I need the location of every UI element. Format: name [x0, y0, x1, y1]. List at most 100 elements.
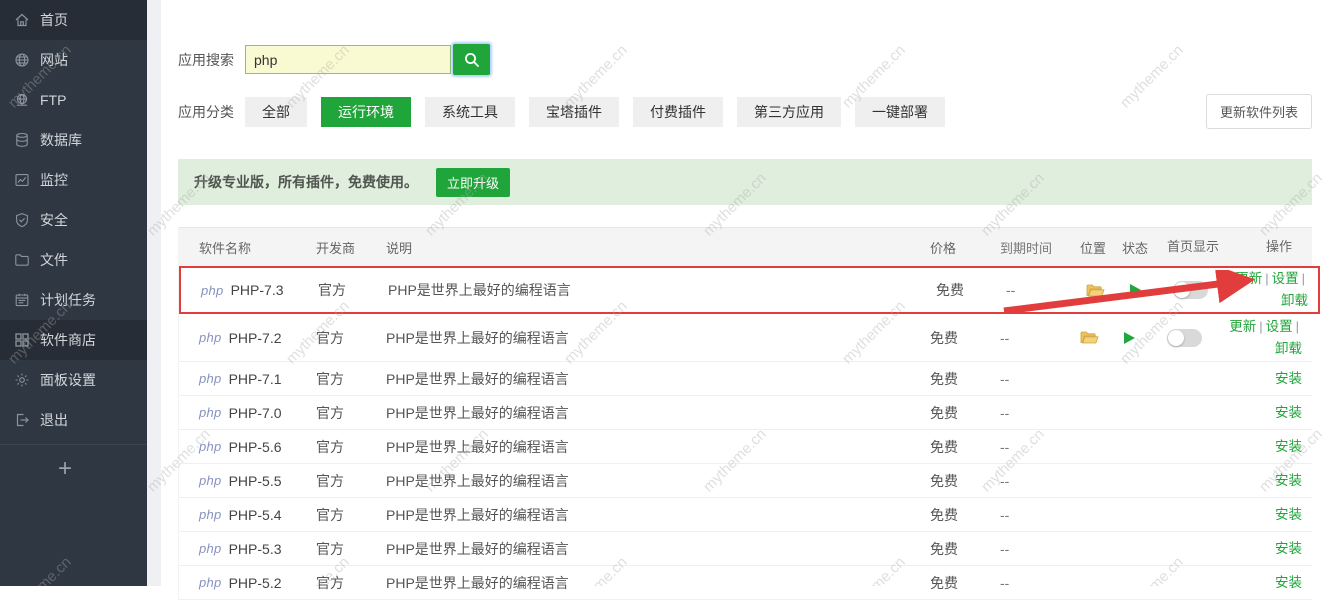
update-link[interactable]: 更新: [1229, 319, 1256, 334]
cell-ops: 安装: [1222, 402, 1312, 424]
install-link[interactable]: 安装: [1275, 371, 1302, 386]
install-link[interactable]: 安装: [1275, 575, 1302, 590]
cell-status: [1128, 283, 1173, 297]
home-show-toggle[interactable]: [1173, 281, 1208, 299]
header-location: 位置: [1080, 238, 1122, 257]
category-paid-plugin[interactable]: 付费插件: [633, 97, 723, 127]
cell-ops: 安装: [1222, 436, 1312, 458]
play-status-icon[interactable]: [1122, 331, 1136, 345]
install-link[interactable]: 安装: [1275, 507, 1302, 522]
sidebar-item-logout[interactable]: 退出: [0, 400, 147, 440]
cell-home-show: [1167, 329, 1222, 347]
header-status: 状态: [1122, 238, 1167, 257]
php-logo-icon: php: [199, 473, 222, 488]
app-name: PHP-5.4: [229, 507, 282, 523]
search-button[interactable]: [453, 44, 490, 75]
cell-developer: 官方: [316, 369, 386, 389]
category-system-tools[interactable]: 系统工具: [425, 97, 515, 127]
php-logo-icon: php: [199, 405, 222, 420]
table-row: phpPHP-5.2官方PHP是世界上最好的编程语言免费--安装: [179, 566, 1312, 600]
calendar-icon: [13, 292, 30, 309]
cell-developer: 官方: [316, 505, 386, 525]
sidebar-item-database[interactable]: 数据库: [0, 120, 147, 160]
app-name: PHP-5.6: [229, 439, 282, 455]
cell-expiry: --: [1000, 507, 1080, 523]
cell-price: 免费: [930, 505, 1000, 525]
cell-desc: PHP是世界上最好的编程语言: [386, 471, 930, 491]
app-name: PHP-7.3: [231, 282, 284, 298]
sidebar-item-website[interactable]: 网站: [0, 40, 147, 80]
cell-expiry: --: [1000, 439, 1080, 455]
app-name: PHP-7.1: [229, 371, 282, 387]
sidebar-item-label: 面板设置: [40, 370, 96, 390]
main-panel: 应用搜索 应用分类 全部运行环境系统工具宝塔插件付费插件第三方应用一键部署 更新…: [161, 0, 1322, 586]
gear-icon: [13, 372, 30, 389]
table-row: phpPHP-7.1官方PHP是世界上最好的编程语言免费--安装: [179, 362, 1312, 396]
cell-location: [1086, 283, 1128, 298]
open-folder-icon[interactable]: [1086, 283, 1105, 298]
uninstall-link[interactable]: 卸载: [1275, 341, 1302, 356]
sidebar-item-appstore[interactable]: 软件商店: [0, 320, 147, 360]
sidebar-item-label: 安全: [40, 210, 68, 230]
sidebar-item-home[interactable]: 首页: [0, 0, 147, 40]
sidebar-item-security[interactable]: 安全: [0, 200, 147, 240]
update-software-list-button[interactable]: 更新软件列表: [1206, 94, 1312, 129]
settings-link[interactable]: 设置: [1272, 271, 1299, 286]
cell-name: phpPHP-5.5: [179, 473, 316, 489]
cell-developer: 官方: [318, 280, 388, 300]
category-all[interactable]: 全部: [245, 97, 307, 127]
sidebar-item-label: FTP: [40, 92, 66, 108]
app-category-row: 应用分类 全部运行环境系统工具宝塔插件付费插件第三方应用一键部署 更新软件列表: [178, 94, 1312, 129]
search-input[interactable]: [245, 45, 451, 74]
sidebar-item-ftp[interactable]: FTP: [0, 80, 147, 120]
sidebar-gutter: [147, 0, 161, 586]
cell-expiry: --: [1000, 575, 1080, 591]
cell-name: phpPHP-7.1: [179, 371, 316, 387]
sidebar-add-button[interactable]: +: [0, 445, 130, 483]
settings-link[interactable]: 设置: [1266, 319, 1293, 334]
category-third-party[interactable]: 第三方应用: [737, 97, 841, 127]
open-folder-icon[interactable]: [1080, 330, 1099, 345]
header-ops: 操作: [1222, 237, 1312, 257]
cell-developer: 官方: [316, 437, 386, 457]
cell-name: phpPHP-7.0: [179, 405, 316, 421]
uninstall-link[interactable]: 卸载: [1281, 293, 1308, 308]
sidebar-item-label: 网站: [40, 50, 68, 70]
sidebar-item-files[interactable]: 文件: [0, 240, 147, 280]
table-row: phpPHP-7.3官方PHP是世界上最好的编程语言免费--更新|设置|卸载: [179, 266, 1320, 314]
install-link[interactable]: 安装: [1275, 439, 1302, 454]
category-one-click[interactable]: 一键部署: [855, 97, 945, 127]
ftp-icon: [13, 92, 30, 109]
table-header: 软件名称 开发商 说明 价格 到期时间 位置 状态 首页显示 操作: [179, 227, 1312, 266]
install-link[interactable]: 安装: [1275, 541, 1302, 556]
play-status-icon[interactable]: [1128, 283, 1142, 297]
cell-price: 免费: [930, 573, 1000, 593]
sidebar-item-cron[interactable]: 计划任务: [0, 280, 147, 320]
category-bt-plugin[interactable]: 宝塔插件: [529, 97, 619, 127]
cell-desc: PHP是世界上最好的编程语言: [388, 280, 936, 300]
cell-expiry: --: [1000, 330, 1080, 346]
sidebar-item-label: 首页: [40, 10, 68, 30]
install-link[interactable]: 安装: [1275, 405, 1302, 420]
table-row: phpPHP-5.5官方PHP是世界上最好的编程语言免费--安装: [179, 464, 1312, 498]
upgrade-now-button[interactable]: 立即升级: [436, 168, 510, 197]
update-link[interactable]: 更新: [1235, 271, 1262, 286]
toggle-knob: [1168, 330, 1184, 346]
sidebar-item-label: 计划任务: [40, 290, 96, 310]
software-table: 软件名称 开发商 说明 价格 到期时间 位置 状态 首页显示 操作 phpPHP…: [178, 227, 1312, 600]
cell-price: 免费: [936, 280, 1006, 300]
globe-icon: [13, 52, 30, 69]
cell-name: phpPHP-7.2: [179, 330, 316, 346]
install-link[interactable]: 安装: [1275, 473, 1302, 488]
sidebar-item-settings[interactable]: 面板设置: [0, 360, 147, 400]
ops-separator: |: [1259, 319, 1262, 334]
cell-ops: 安装: [1222, 470, 1312, 492]
sidebar-item-monitor[interactable]: 监控: [0, 160, 147, 200]
cell-expiry: --: [1000, 405, 1080, 421]
home-show-toggle[interactable]: [1167, 329, 1202, 347]
php-logo-icon: php: [199, 507, 222, 522]
upgrade-banner: 升级专业版，所有插件，免费使用。 立即升级: [178, 159, 1312, 205]
cell-desc: PHP是世界上最好的编程语言: [386, 403, 930, 423]
cell-developer: 官方: [316, 328, 386, 348]
category-runtime[interactable]: 运行环境: [321, 97, 411, 127]
